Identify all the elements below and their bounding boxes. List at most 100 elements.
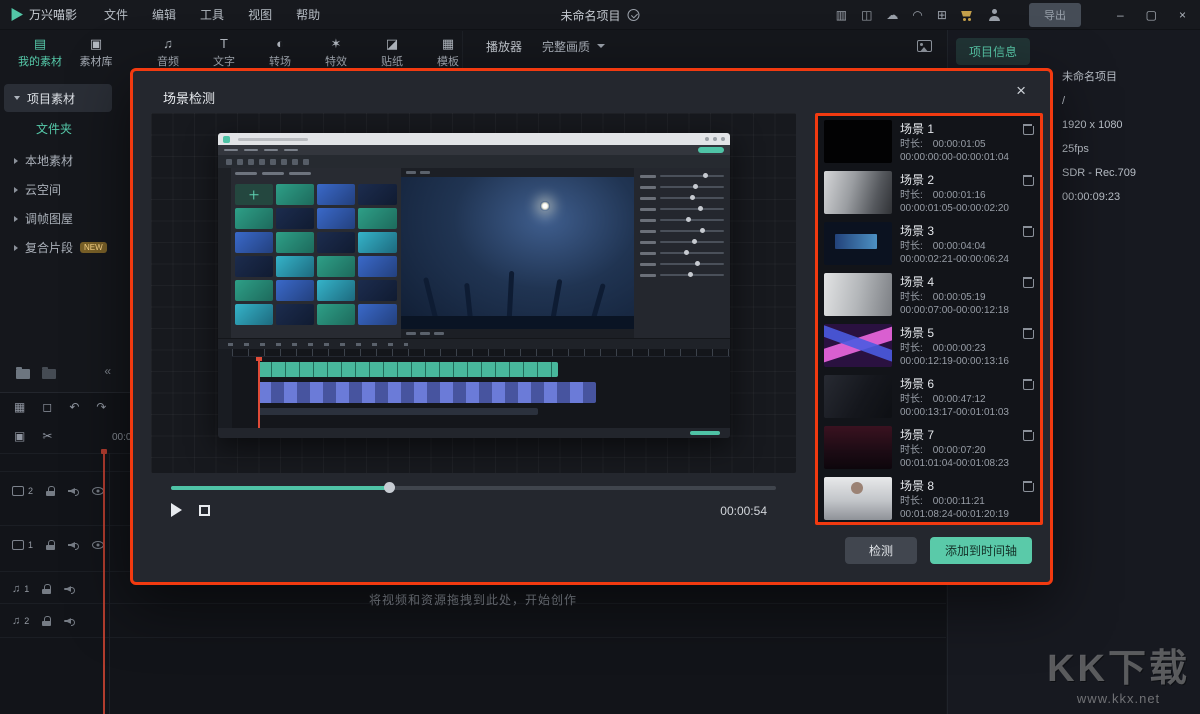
scene-thumbnail[interactable]: [824, 477, 892, 520]
scene-thumbnail[interactable]: [824, 273, 892, 316]
folder-icon[interactable]: [16, 369, 30, 379]
cloud-upload-icon[interactable]: ☁: [886, 9, 898, 21]
account-icon[interactable]: [988, 9, 1001, 21]
tab-media-library[interactable]: ▣ 素材库: [68, 37, 124, 69]
tool-audio[interactable]: ♫ 音频: [140, 37, 196, 69]
scene-list-item[interactable]: 场景 6 时长:00:00:47:12 00:00:13:17-00:01:01…: [818, 371, 1040, 422]
workspace-layout-icon[interactable]: ▥: [836, 9, 847, 21]
sparkler-glow: [540, 201, 550, 211]
titlebar: 万兴喵影 文件编辑工具视图帮助 未命名项目 ▥ ◫ ☁ ◠ ⊞ 导出 – ▢ ×: [0, 0, 1200, 30]
delete-scene-icon[interactable]: [1023, 429, 1032, 440]
scene-list-item[interactable]: 场景 3 时长:00:00:04:04 00:00:02:21-00:00:06…: [818, 218, 1040, 269]
scene-list-item[interactable]: 场景 2 时长:00:00:01:16 00:00:01:05-00:00:02…: [818, 167, 1040, 218]
sidebar-item-label: 文件夹: [36, 120, 72, 137]
apps-icon[interactable]: ⊞: [937, 9, 947, 21]
add-to-timeline-button[interactable]: 添加到时间轴: [930, 537, 1032, 564]
scene-detection-dialog: 场景检测 ×: [130, 68, 1053, 585]
scene-list-item[interactable]: 场景 8 时长:00:00:11:21 00:01:08:24-00:01:20…: [818, 473, 1040, 524]
scene-list: 场景 1 时长:00:00:01:05 00:00:00:00-00:00:01…: [815, 113, 1043, 525]
select-icon[interactable]: ◻: [42, 400, 52, 414]
app-name: 万兴喵影: [29, 6, 77, 23]
scene-list-item[interactable]: 场景 4 时长:00:00:05:19 00:00:07:00-00:00:12…: [818, 269, 1040, 320]
delete-scene-icon[interactable]: [1023, 225, 1032, 236]
export-button[interactable]: 导出: [1029, 3, 1081, 27]
mini-body: [218, 168, 730, 338]
scene-list-item[interactable]: 场景 5 时长:00:00:00:23 00:00:12:19-00:00:13…: [818, 320, 1040, 371]
quality-dropdown[interactable]: 完整画质: [542, 38, 605, 55]
undo-icon[interactable]: ↶: [69, 400, 79, 414]
support-icon[interactable]: ◠: [912, 9, 922, 21]
sidebar-item-local-media[interactable]: 本地素材: [4, 146, 112, 175]
lock-icon[interactable]: [46, 540, 55, 550]
folder-add-icon[interactable]: [42, 369, 56, 379]
menu-item[interactable]: 工具: [189, 3, 235, 26]
close-dialog-icon[interactable]: ×: [1016, 82, 1026, 99]
scene-thumbnail[interactable]: [824, 426, 892, 469]
scene-list-item[interactable]: 场景 1 时长:00:00:01:05 00:00:00:00-00:00:01…: [818, 116, 1040, 167]
menu-item[interactable]: 帮助: [285, 3, 331, 26]
lock-icon[interactable]: [42, 616, 51, 626]
timeline-toolbar-row2: ▣✂: [14, 429, 52, 443]
minimize-button[interactable]: –: [1117, 8, 1124, 22]
close-window-button[interactable]: ×: [1179, 8, 1186, 22]
sidebar-item-compound-clip[interactable]: 复合片段 NEW: [4, 233, 112, 262]
sidebar-item-folder[interactable]: 文件夹: [4, 116, 112, 140]
tool-effects[interactable]: ✶ 特效: [308, 37, 364, 69]
detect-button[interactable]: 检测: [845, 537, 917, 564]
tool-stickers[interactable]: ◪ 贴纸: [364, 37, 420, 69]
menu-item[interactable]: 视图: [237, 3, 283, 26]
stop-button[interactable]: [199, 505, 210, 516]
mute-icon[interactable]: [68, 487, 79, 496]
copy-icon[interactable]: ▣: [14, 429, 25, 443]
scene-duration: 时长:00:00:47:12: [900, 393, 1034, 406]
scene-range: 00:00:13:17-00:01:01:03: [900, 406, 1034, 419]
cart-icon[interactable]: [961, 10, 974, 21]
tool-transition[interactable]: ◐ 转场: [252, 37, 308, 69]
tab-project-info[interactable]: 项目信息: [956, 38, 1030, 65]
play-button[interactable]: [171, 503, 182, 517]
scene-thumbnail[interactable]: [824, 375, 892, 418]
scene-range: 00:00:01:05-00:00:02:20: [900, 202, 1034, 215]
mute-icon[interactable]: [64, 617, 75, 626]
scene-name: 场景 6: [900, 375, 934, 392]
delete-scene-icon[interactable]: [1023, 378, 1032, 389]
playhead[interactable]: [103, 449, 105, 714]
chevron-icon: [14, 245, 18, 251]
sidebar-item-cloud-space[interactable]: 云空间: [4, 175, 112, 204]
delete-scene-icon[interactable]: [1023, 123, 1032, 134]
maximize-button[interactable]: ▢: [1146, 8, 1157, 22]
seek-handle[interactable]: [384, 482, 395, 493]
delete-scene-icon[interactable]: [1023, 276, 1032, 287]
tab-my-media[interactable]: ▤ 我的素材: [12, 37, 68, 69]
tool-icon: ♫: [163, 37, 173, 50]
scene-list-item[interactable]: 场景 7 时长:00:00:07:20 00:01:01:04-00:01:08…: [818, 422, 1040, 473]
redo-icon[interactable]: ↷: [96, 400, 106, 414]
tool-text[interactable]: T 文字: [196, 37, 252, 69]
delete-scene-icon[interactable]: [1023, 327, 1032, 338]
scene-thumbnail[interactable]: [824, 120, 892, 163]
scene-meta: 场景 7 时长:00:00:07:20 00:01:01:04-00:01:08…: [900, 426, 1034, 470]
video-track-header: 2: [0, 479, 110, 503]
tool-categories: ♫ 音频 T 文字 ◐ 转场 ✶ 特效: [140, 37, 476, 69]
preview-seek-bar[interactable]: [171, 486, 776, 490]
save-icon[interactable]: ◫: [861, 9, 872, 21]
lock-icon[interactable]: [46, 486, 55, 496]
tool-templates[interactable]: ▦ 模板: [420, 37, 476, 69]
layers-icon[interactable]: ▦: [14, 400, 25, 414]
scene-name: 场景 4: [900, 273, 934, 290]
scene-thumbnail[interactable]: [824, 171, 892, 214]
scene-duration: 时长:00:00:11:21: [900, 495, 1034, 508]
mute-icon[interactable]: [68, 541, 79, 550]
collapse-panel-icon[interactable]: «: [104, 364, 111, 378]
snapshot-icon[interactable]: [917, 40, 932, 52]
delete-scene-icon[interactable]: [1023, 174, 1032, 185]
scene-thumbnail[interactable]: [824, 222, 892, 265]
cut-icon[interactable]: ✂: [42, 429, 52, 443]
menu-item[interactable]: 编辑: [141, 3, 187, 26]
sidebar-item-record[interactable]: 调帧图屋: [4, 204, 112, 233]
delete-scene-icon[interactable]: [1023, 480, 1032, 491]
sidebar-item-project-media[interactable]: 项目素材: [4, 84, 112, 112]
quality-value: 完整画质: [542, 38, 590, 55]
menu-item[interactable]: 文件: [93, 3, 139, 26]
scene-thumbnail[interactable]: [824, 324, 892, 367]
